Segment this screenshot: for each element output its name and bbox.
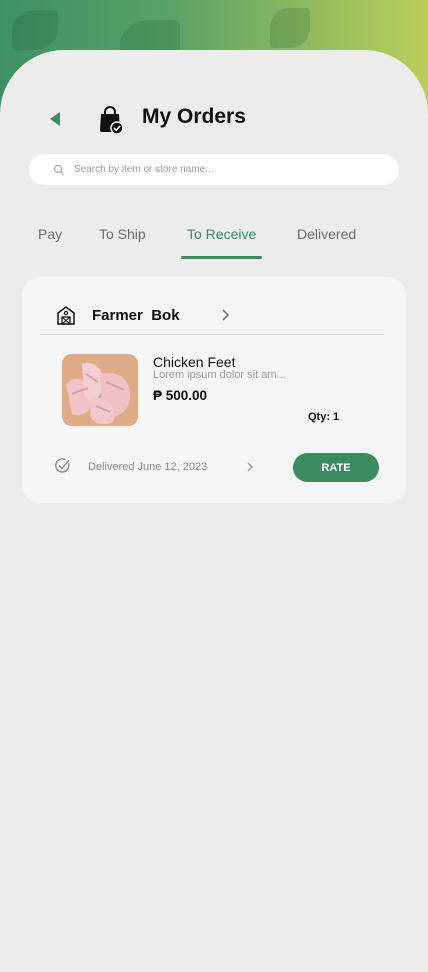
divider [40, 334, 384, 335]
page-header: My Orders [0, 102, 428, 136]
back-arrow-icon [50, 112, 60, 126]
product-photo [62, 354, 138, 426]
product-image[interactable] [62, 354, 138, 426]
product-description: Lorem ipsum dolor sit am... [153, 369, 286, 381]
search-bar[interactable] [29, 154, 399, 185]
back-button[interactable] [44, 108, 66, 130]
store-name: Farmer Bok [92, 307, 180, 324]
leaf-decoration [270, 8, 310, 48]
product-name: Chicken Feet [153, 354, 236, 370]
store-barn-icon [57, 306, 75, 325]
tab-delivered[interactable]: Delivered [297, 226, 356, 242]
rate-button[interactable]: RATE [293, 453, 379, 482]
store-row[interactable]: Farmer Bok [22, 277, 406, 335]
product-quantity: Qty: 1 [308, 411, 340, 423]
tab-to-receive[interactable]: To Receive [187, 226, 256, 242]
product-price: ₱ 500.00 [153, 388, 208, 403]
leaf-decoration [12, 10, 58, 50]
search-icon [53, 164, 65, 175]
chevron-right-icon[interactable] [218, 308, 232, 322]
check-circle-icon [55, 458, 70, 473]
chevron-right-icon[interactable] [245, 461, 255, 473]
content-sheet [0, 50, 428, 972]
order-card: Farmer Bok Chicken Feet Lorem ipsum dolo… [22, 277, 406, 503]
delivery-status: Delivered June 12, 2023 [88, 461, 208, 473]
order-tabs: Pay To Ship To Receive Delivered [0, 226, 428, 262]
tab-pay[interactable]: Pay [38, 226, 62, 242]
shopping-bag-check-icon [100, 106, 124, 134]
tab-to-ship[interactable]: To Ship [99, 226, 146, 242]
page-title: My Orders [142, 105, 246, 128]
active-tab-indicator [181, 256, 262, 259]
search-input[interactable] [74, 164, 374, 175]
